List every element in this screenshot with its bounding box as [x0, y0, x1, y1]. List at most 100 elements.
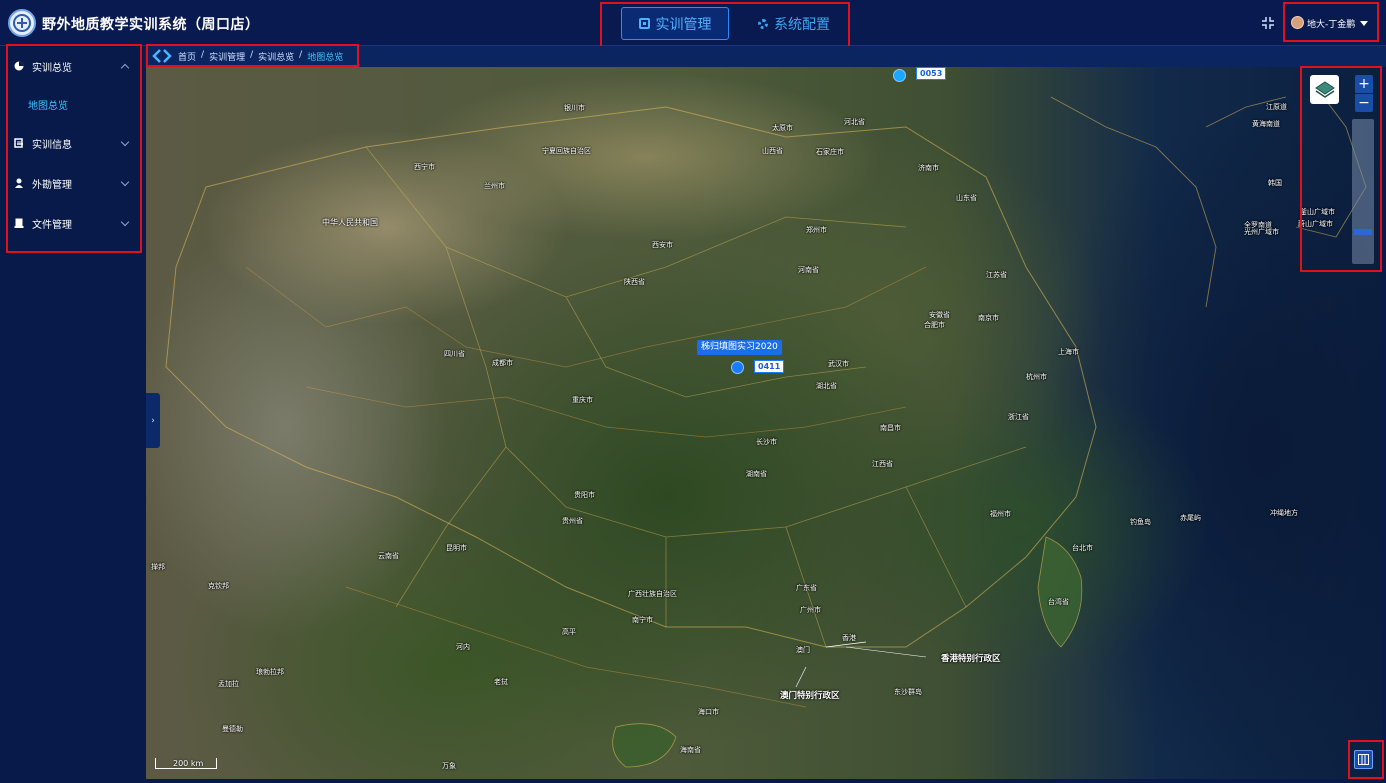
map-label: 银川市: [564, 104, 585, 112]
map-scale-label: 200 km: [173, 759, 204, 768]
caret-down-icon[interactable]: [1360, 21, 1368, 26]
settings-gear-icon: [758, 18, 768, 29]
zoom-slider-thumb[interactable]: [1354, 228, 1372, 235]
marker-title-label[interactable]: 秭归填图实习2020: [697, 340, 782, 355]
map-label: 台湾省: [1048, 598, 1069, 606]
map-label: 兰州市: [484, 182, 505, 190]
nav-tab-system-config[interactable]: 系统配置: [746, 7, 842, 40]
map-label: 安徽省: [929, 311, 950, 319]
satellite-map[interactable]: 中华人民共和国 西宁市 兰州市 银川市 宁夏回族自治区 石家庄市 太原市 河北省…: [146, 67, 1382, 779]
chevron-down-icon: [120, 177, 130, 187]
map-label: 四川省: [444, 350, 465, 358]
layers-icon: [1314, 80, 1335, 98]
zoom-in-button[interactable]: +: [1355, 75, 1373, 93]
map-label: 武汉市: [828, 360, 849, 368]
nav-tab-training-management[interactable]: 实训管理: [621, 7, 729, 40]
map-label: 河南省: [798, 266, 819, 274]
map-label: 贵州省: [562, 517, 583, 525]
map-label: 山西省: [762, 147, 783, 155]
app-logo: [8, 9, 36, 37]
legend-button[interactable]: [1354, 750, 1373, 769]
layer-switch-button[interactable]: [1310, 75, 1339, 104]
map-label: 福州市: [990, 510, 1011, 518]
sidebar-item-file-management[interactable]: 文件管理: [14, 213, 134, 233]
map-label: 香港特别行政区: [941, 654, 1001, 664]
map-label: 江苏省: [986, 271, 1007, 279]
map-label: 琅勃拉邦: [256, 668, 284, 676]
map-label: 上海市: [1058, 348, 1079, 356]
breadcrumb-training-overview[interactable]: 实训总览: [258, 50, 294, 63]
map-label: 曼德勒: [222, 725, 243, 733]
map-label: 昆明市: [446, 544, 467, 552]
map-label: 光州广域市: [1244, 228, 1279, 236]
breadcrumb-current: 地图总览: [307, 53, 344, 63]
map-label: 济南市: [918, 164, 939, 172]
app-title: 野外地质教学实训系统（周口店）: [42, 17, 260, 33]
map-label: 台北市: [1072, 544, 1093, 552]
map-label: 澳门: [796, 646, 810, 654]
map-label: 掸邦: [151, 563, 165, 571]
map-label: 海南省: [680, 746, 701, 754]
file-icon: [14, 218, 24, 228]
map-label: 香港: [842, 634, 856, 642]
nav-tab-label: 系统配置: [774, 16, 830, 33]
map-label: 江原道: [1266, 103, 1287, 111]
sidebar-item-label: 外勘管理: [32, 179, 72, 191]
info-doc-icon: [14, 138, 23, 148]
map-label: 广东省: [796, 584, 817, 592]
map-label: 海口市: [698, 708, 719, 716]
avatar[interactable]: [1291, 16, 1304, 29]
sidebar-item-field-survey[interactable]: 外勘管理: [14, 173, 134, 193]
map-label: 东沙群岛: [894, 688, 922, 696]
sidebar-item-training-overview[interactable]: 实训总览: [14, 56, 134, 76]
map-label: 南京市: [978, 314, 999, 322]
sidebar-toggle-icon[interactable]: [152, 49, 172, 63]
field-survey-icon: [15, 178, 23, 188]
zoom-slider-track[interactable]: [1352, 119, 1374, 264]
breadcrumb-training-management[interactable]: 实训管理: [209, 50, 245, 63]
training-site-marker[interactable]: [731, 361, 744, 374]
breadcrumb-home[interactable]: 首页: [178, 50, 196, 63]
sidebar-item-training-info[interactable]: 实训信息: [14, 133, 134, 153]
marker-code-tag[interactable]: 0411: [754, 360, 785, 373]
marker-code-tag[interactable]: 0053: [916, 67, 947, 80]
map-label: 南宁市: [632, 616, 653, 624]
map-label: 郑州市: [806, 226, 827, 234]
map-label: 西宁市: [414, 163, 435, 171]
map-borders: [165, 86, 1367, 768]
sidebar-item-label: 文件管理: [32, 219, 72, 231]
map-label: 成都市: [492, 359, 513, 367]
collapse-panel-handle[interactable]: ›: [146, 393, 160, 448]
map-label: 湖北省: [816, 382, 837, 390]
map-label: 广西壮族自治区: [628, 590, 677, 598]
map-label: 贵阳市: [574, 491, 595, 499]
map-label: 宁夏回族自治区: [542, 147, 591, 155]
map-label: 合肥市: [924, 321, 945, 329]
map-label: 澳门特别行政区: [780, 691, 840, 701]
map-label: 重庆市: [572, 396, 593, 404]
sidebar-subitem-map-overview[interactable]: 地图总览: [28, 97, 68, 112]
map-label: 钓鱼岛: [1130, 518, 1151, 526]
map-label: 南昌市: [880, 424, 901, 432]
map-label: 黄海南道: [1252, 120, 1280, 128]
user-name[interactable]: 地大-丁金鹏: [1307, 17, 1355, 30]
map-label: 长沙市: [756, 438, 777, 446]
map-label: 云南省: [378, 552, 399, 560]
overview-pie-icon: [14, 61, 24, 71]
map-label: 克钦邦: [208, 582, 229, 590]
training-site-marker[interactable]: [893, 69, 906, 82]
map-label: 高平: [562, 628, 576, 636]
zoom-out-button[interactable]: −: [1355, 94, 1373, 112]
map-label: 赤尾屿: [1180, 514, 1201, 522]
map-label: 太原市: [772, 124, 793, 132]
map-label: 老挝: [494, 678, 508, 686]
sidebar-item-label: 实训总览: [32, 62, 72, 74]
sidebar-item-label: 实训信息: [32, 139, 72, 151]
chevron-down-icon: [120, 137, 130, 147]
chevron-down-icon: [120, 217, 130, 227]
exit-fullscreen-icon[interactable]: [1262, 17, 1274, 29]
chevron-up-icon: [120, 63, 130, 73]
map-label: 广州市: [800, 606, 821, 614]
map-label: 山东省: [956, 194, 977, 202]
map-label: 石家庄市: [816, 148, 844, 156]
